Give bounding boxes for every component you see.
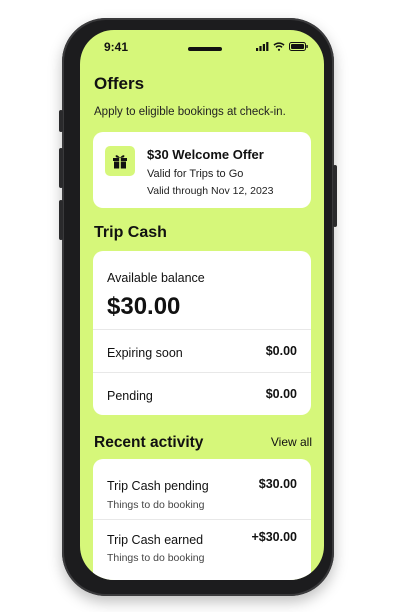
trip-cash-divider-1 bbox=[93, 329, 311, 330]
recent-activity-heading: Recent activity bbox=[94, 434, 204, 451]
trip-cash-divider-2 bbox=[93, 372, 311, 373]
dynamic-island bbox=[188, 47, 222, 51]
activity-item-subtitle: Things to do booking bbox=[107, 552, 205, 564]
wifi-icon bbox=[273, 42, 285, 51]
available-balance-label: Available balance bbox=[107, 271, 205, 285]
available-balance-value: $30.00 bbox=[107, 293, 181, 320]
volume-up-button bbox=[59, 148, 63, 188]
trip-cash-heading: Trip Cash bbox=[94, 224, 167, 241]
battery-icon bbox=[289, 42, 308, 51]
welcome-offer-card[interactable]: $30 Welcome Offer Valid for Trips to Go … bbox=[93, 132, 311, 208]
volume-down-button bbox=[59, 200, 63, 240]
view-all-link[interactable]: View all bbox=[271, 435, 312, 449]
status-time: 9:41 bbox=[104, 40, 129, 54]
offer-title: $30 Welcome Offer bbox=[147, 147, 264, 162]
pending-value: $0.00 bbox=[265, 387, 297, 401]
offers-subtitle: Apply to eligible bookings at check-in. bbox=[94, 106, 286, 118]
activity-item-title: Trip Cash pending bbox=[107, 479, 209, 493]
activity-item-subtitle: Things to do booking bbox=[107, 499, 205, 511]
status-icons bbox=[256, 42, 308, 51]
activity-item[interactable]: Trip Cash earned Things to do booking +$… bbox=[93, 520, 311, 580]
app-screen: 9:41 Offers Apply to eligible bookings a… bbox=[80, 30, 324, 580]
offers-heading: Offers bbox=[94, 74, 145, 93]
status-bar: 9:41 bbox=[80, 30, 324, 56]
cellular-signal-icon bbox=[256, 42, 269, 51]
expiring-soon-value: $0.00 bbox=[265, 344, 297, 358]
offer-validity-date: Valid through Nov 12, 2023 bbox=[147, 185, 274, 197]
silent-switch bbox=[59, 110, 63, 132]
activity-item-title: Trip Cash earned bbox=[107, 533, 204, 547]
activity-item-amount: +$30.00 bbox=[251, 530, 297, 544]
gift-icon bbox=[105, 146, 135, 176]
trip-cash-card: Available balance $30.00 Expiring soon $… bbox=[93, 251, 311, 415]
power-button bbox=[333, 165, 337, 227]
activity-item-amount: $30.00 bbox=[258, 477, 297, 491]
activity-item[interactable]: Trip Cash pending Things to do booking $… bbox=[93, 459, 311, 519]
expiring-soon-label: Expiring soon bbox=[107, 346, 183, 360]
pending-label: Pending bbox=[107, 389, 153, 403]
recent-activity-card: Trip Cash pending Things to do booking $… bbox=[93, 459, 311, 580]
offer-validity-trips: Valid for Trips to Go bbox=[147, 168, 244, 180]
